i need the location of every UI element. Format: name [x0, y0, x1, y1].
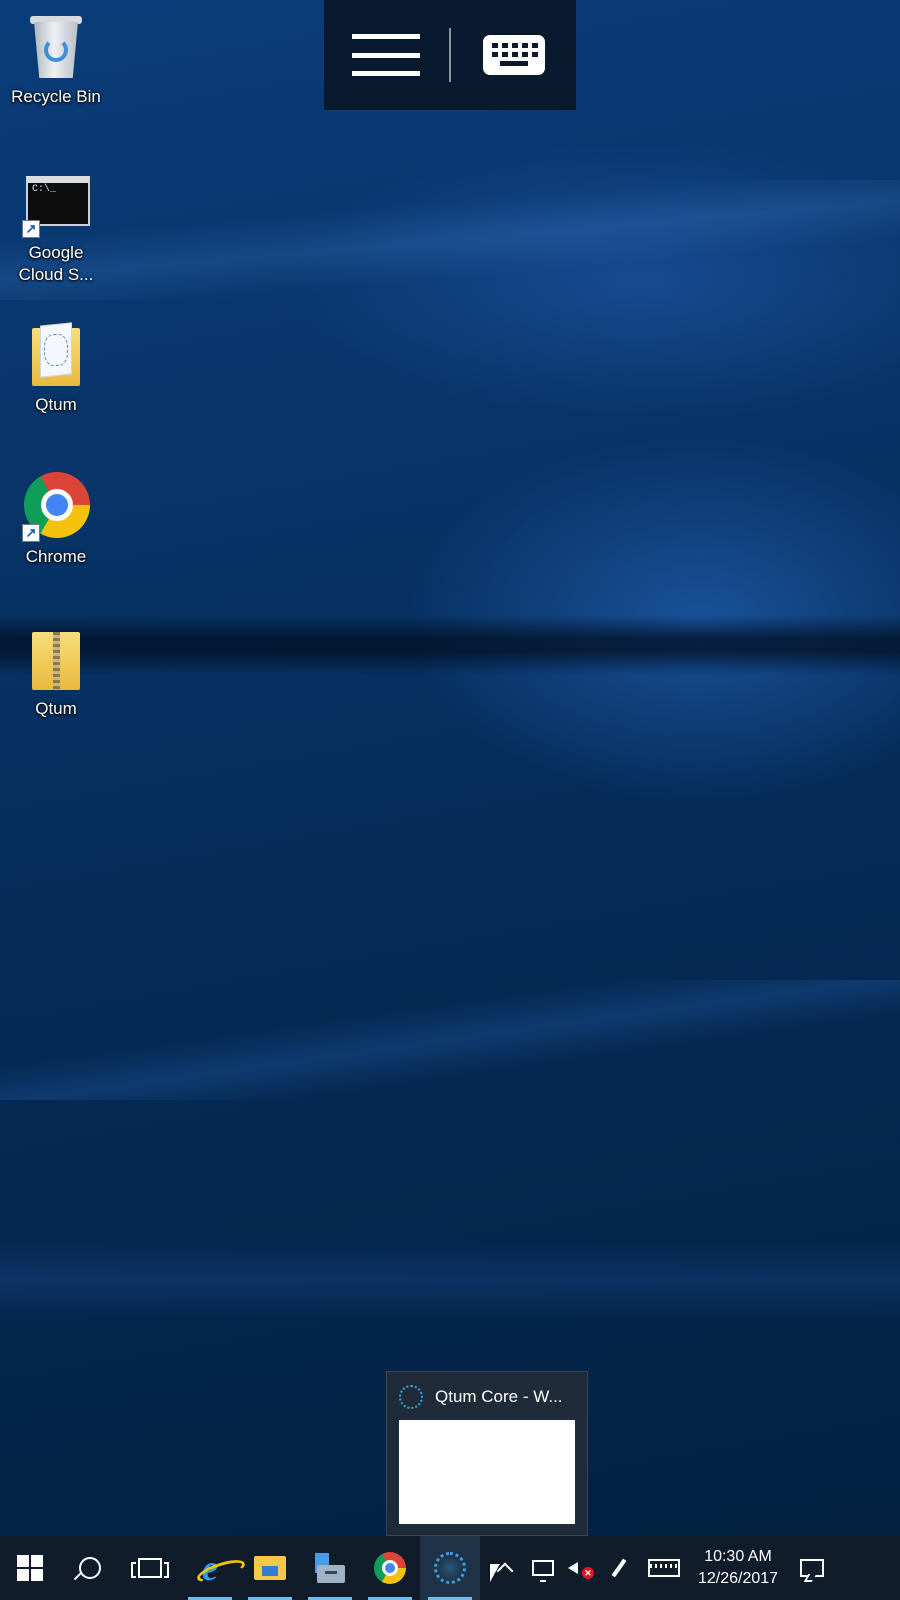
taskbar-file-explorer[interactable]: [240, 1536, 300, 1600]
task-view-icon: [131, 1558, 169, 1578]
search-button[interactable]: [60, 1536, 120, 1600]
clock-time: 10:30 AM: [704, 1548, 772, 1565]
menu-button[interactable]: [324, 0, 449, 110]
desktop-icon-qtum-folder[interactable]: Qtum: [8, 318, 104, 416]
show-hidden-icons-button[interactable]: [486, 1536, 524, 1600]
wallpaper-light-beam: [0, 1240, 900, 1320]
preview-header[interactable]: Qtum Core - W...: [387, 1372, 587, 1422]
desktop-icon-label: Recycle Bin: [11, 87, 101, 106]
remote-toolbar: [324, 0, 576, 110]
system-tray: ✕ 10:30 AM 12/26/2017: [486, 1536, 838, 1600]
chevron-up-icon: [496, 1562, 514, 1580]
file-explorer-icon: [254, 1556, 286, 1580]
folder-icon: [20, 318, 92, 390]
task-view-button[interactable]: [120, 1536, 180, 1600]
taskbar-internet-explorer[interactable]: e: [180, 1536, 240, 1600]
internet-explorer-icon: e: [202, 1548, 218, 1588]
desktop-icon-recycle-bin[interactable]: Recycle Bin: [8, 10, 104, 108]
touch-keyboard-button[interactable]: [638, 1536, 690, 1600]
pen-workspace-button[interactable]: [600, 1536, 638, 1600]
wallpaper-dark-beam: [0, 615, 900, 675]
volume-button[interactable]: ✕: [562, 1536, 600, 1600]
preview-window-thumbnail[interactable]: [399, 1420, 575, 1524]
desktop-icon-qtum-zip[interactable]: Qtum: [8, 622, 104, 720]
wallpaper-light-beam: [0, 180, 900, 300]
search-icon: [79, 1557, 101, 1579]
taskbar-qtum-core[interactable]: [420, 1536, 480, 1600]
chrome-icon: ↗: [20, 470, 92, 542]
zip-folder-icon: [20, 622, 92, 694]
desktop-icon-label: Google Cloud S...: [18, 243, 94, 284]
shortcut-arrow-icon: ↗: [22, 524, 40, 542]
qtum-icon: [399, 1385, 423, 1409]
wallpaper-light-beam: [0, 980, 900, 1100]
command-prompt-icon: C:\_ ↗: [20, 166, 92, 238]
pen-icon: [611, 1558, 627, 1578]
preview-title: Qtum Core - W...: [435, 1387, 563, 1406]
clock-date: 12/26/2017: [697, 1570, 779, 1587]
hamburger-menu-icon: [352, 34, 421, 76]
windows-icon: [17, 1555, 43, 1581]
volume-muted-icon: ✕: [568, 1557, 594, 1579]
action-center-icon: [800, 1559, 824, 1577]
taskbar-server-manager[interactable]: [300, 1536, 360, 1600]
desktop-icon-label: Qtum: [35, 699, 77, 718]
taskbar-thumbnail-preview: Qtum Core - W...: [386, 1371, 588, 1536]
qtum-icon: [434, 1552, 466, 1584]
network-icon: [532, 1560, 554, 1582]
server-manager-icon: [313, 1551, 347, 1585]
keyboard-icon: [482, 35, 545, 75]
chrome-icon: [374, 1552, 406, 1584]
taskbar-chrome[interactable]: [360, 1536, 420, 1600]
keyboard-button[interactable]: [451, 0, 576, 110]
desktop-icon-label: Chrome: [25, 547, 87, 566]
desktop-icon-google-cloud-sdk[interactable]: C:\_ ↗ Google Cloud S...: [8, 166, 104, 286]
desktop-icon-chrome[interactable]: ↗ Chrome: [8, 470, 104, 568]
shortcut-arrow-icon: ↗: [22, 220, 40, 238]
touch-keyboard-icon: [648, 1559, 680, 1577]
taskbar: e ✕ 10:30 AM 12/26/2017: [0, 1536, 900, 1600]
recycle-bin-icon: [20, 10, 92, 82]
network-button[interactable]: [524, 1536, 562, 1600]
action-center-button[interactable]: [786, 1536, 838, 1600]
clock[interactable]: 10:30 AM 12/26/2017: [690, 1546, 786, 1590]
start-button[interactable]: [0, 1536, 60, 1600]
desktop-icon-label: Qtum: [35, 395, 77, 414]
